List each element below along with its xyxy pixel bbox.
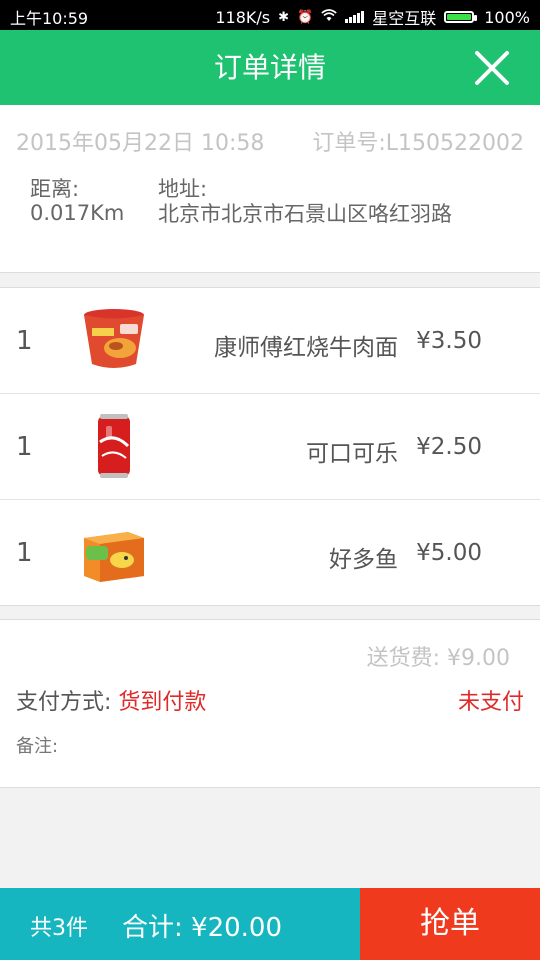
grab-order-button[interactable]: 抢单: [360, 888, 540, 960]
order-summary: 共3件 合计: ¥20.00: [0, 888, 360, 960]
status-bar: 上午10:59 118K/s ✱ ⏰ 星空互联 100%: [0, 0, 540, 30]
app-header: 订单详情: [0, 30, 540, 105]
item-quantity: 1: [16, 538, 33, 568]
payment-method-label: 支付方式:: [16, 690, 119, 715]
order-total: 合计: ¥20.00: [122, 913, 282, 943]
item-price: ¥2.50: [416, 434, 482, 460]
status-icons: 118K/s ✱ ⏰ 星空互联 100%: [215, 5, 530, 29]
distance-label: 距离:: [30, 177, 80, 201]
list-item: 1 康师傅红烧牛肉面 ¥3.50: [0, 288, 540, 394]
battery-icon: [444, 11, 478, 23]
item-name: 可口可乐: [306, 441, 398, 467]
note-label: 备注:: [16, 736, 59, 757]
bottom-bar: 共3件 合计: ¥20.00 抢单: [0, 888, 540, 960]
signal-icon: [345, 11, 365, 23]
wifi-icon: [321, 8, 337, 26]
address-value: 北京市北京市石景山区咯红羽路: [158, 202, 452, 226]
item-quantity: 1: [16, 326, 33, 356]
item-quantity: 1: [16, 432, 33, 462]
order-datetime: 2015年05月22日 10:58: [16, 131, 265, 156]
list-item: 1 可口可乐 ¥2.50: [0, 394, 540, 500]
page-title: 订单详情: [213, 51, 326, 84]
cola-can-icon: [80, 412, 148, 480]
close-button[interactable]: [472, 48, 512, 88]
snack-box-icon: [80, 518, 148, 586]
item-price: ¥3.50: [416, 328, 482, 354]
item-name: 康师傅红烧牛肉面: [214, 335, 398, 361]
order-info-panel: 2015年05月22日 10:58 订单号:L150522002 距离: 0.0…: [0, 105, 540, 273]
delivery-fee: 送货费: ¥9.00: [366, 646, 510, 671]
distance-value: 0.017Km: [30, 201, 125, 225]
order-number: 订单号:L150522002: [312, 131, 524, 156]
instant-noodle-cup-icon: [80, 306, 148, 374]
item-name: 好多鱼: [329, 547, 398, 573]
status-time: 上午10:59: [10, 9, 89, 28]
bluetooth-icon: ✱: [278, 9, 290, 25]
battery-percent: 100%: [484, 7, 530, 27]
order-items-list: 1 康师傅红烧牛肉面 ¥3.50 1 可口可乐 ¥2.50 1 好多鱼 ¥5.0…: [0, 287, 540, 606]
payment-method-value: 货到付款: [118, 690, 207, 715]
carrier-name: 星空互联: [372, 9, 437, 28]
close-icon: [475, 51, 509, 85]
address-label: 地址:: [158, 177, 208, 201]
item-count: 共3件: [30, 916, 88, 941]
payment-status: 未支付: [457, 690, 524, 715]
list-item: 1 好多鱼 ¥5.00: [0, 500, 540, 605]
network-speed: 118K/s: [215, 7, 271, 27]
item-price: ¥5.00: [416, 540, 482, 566]
alarm-icon: ⏰: [297, 9, 314, 25]
payment-panel: 送货费: ¥9.00 支付方式: 货到付款 未支付 备注:: [0, 619, 540, 788]
payment-method: 支付方式: 货到付款: [16, 684, 206, 716]
